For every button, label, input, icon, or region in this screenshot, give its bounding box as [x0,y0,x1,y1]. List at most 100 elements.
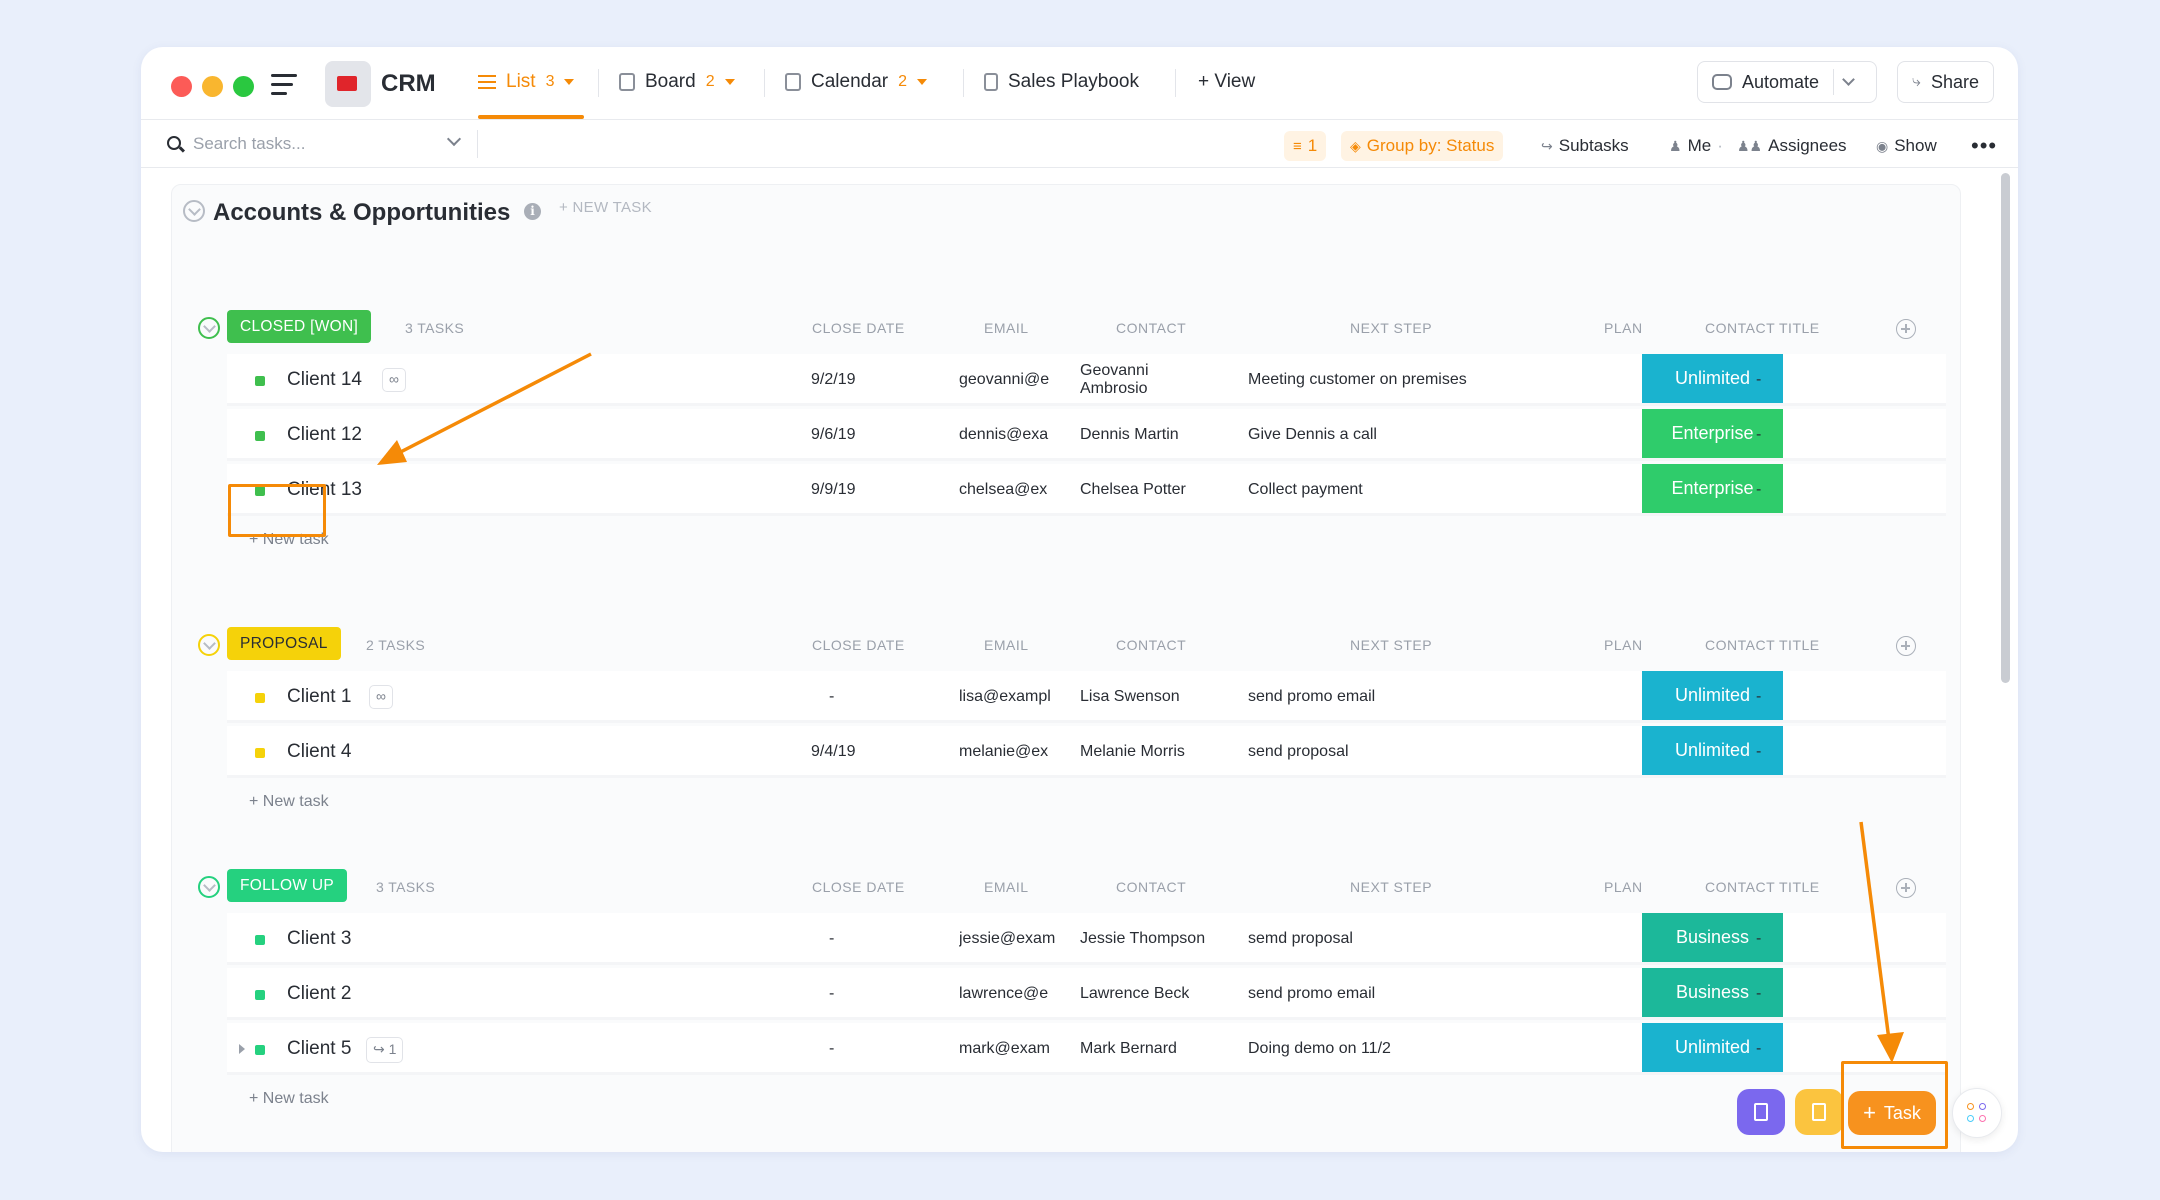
next-step[interactable]: send promo email [1248,985,1375,1003]
status-square[interactable] [255,376,265,386]
table-row[interactable]: Client 1 - lisa@exampl Lisa Swenson send pro… [227,671,1946,723]
column-header[interactable]: NEXT STEP [1350,637,1432,653]
contact-title[interactable]: - [1756,688,1761,706]
add-column-icon[interactable] [1896,878,1916,898]
tab-board[interactable]: Board 2 [619,71,735,93]
tab-calendar[interactable]: Calendar 2 [785,71,928,93]
share-button[interactable]: ⤷ Share [1897,61,1994,103]
column-header[interactable]: NEXT STEP [1350,879,1432,895]
add-column-icon[interactable] [1896,319,1916,339]
expand-subtasks-icon[interactable] [239,1044,245,1054]
column-header[interactable]: CLOSE DATE [812,320,905,336]
notepad-button[interactable] [1737,1089,1785,1135]
table-row[interactable]: Client 3 - jessie@exam Jessie Thompson semd … [227,913,1946,965]
add-column-icon[interactable] [1896,636,1916,656]
column-header[interactable]: PLAN [1604,637,1643,653]
docs-button[interactable] [1795,1089,1843,1135]
contact[interactable]: Chelsea Potter [1080,481,1186,499]
subtask-badge[interactable]: ↪ 1 [366,1037,404,1063]
plan-badge[interactable]: Unlimited [1642,354,1783,403]
contact-title[interactable]: - [1756,481,1761,499]
task-name[interactable]: Client 14 [287,369,362,391]
contact-title[interactable]: - [1756,1040,1761,1058]
add-task-button[interactable]: + Task [1848,1091,1936,1135]
minimize-window-button[interactable] [202,76,223,97]
column-header[interactable]: CONTACT TITLE [1705,637,1820,653]
status-pill[interactable]: CLOSED [WON] [227,310,372,343]
apps-button[interactable] [1952,1088,2002,1138]
plan-badge[interactable]: Business [1642,968,1783,1017]
search-input[interactable] [193,128,453,160]
collapse-group-icon[interactable] [198,876,220,898]
status-square[interactable] [255,1045,265,1055]
status-pill[interactable]: FOLLOW UP [227,869,347,902]
plan-badge[interactable]: Enterprise [1642,409,1783,458]
close-date[interactable]: 9/9/19 [811,481,855,499]
chevron-down-icon[interactable] [1842,73,1855,86]
contact-title[interactable]: - [1756,743,1761,761]
table-row[interactable]: Client 12 9/6/19 dennis@exa Dennis Martin Gi… [227,409,1946,461]
plan-badge[interactable]: Enterprise [1642,464,1783,513]
close-date[interactable]: - [829,1040,834,1058]
column-header[interactable]: CLOSE DATE [812,879,905,895]
plan-badge[interactable]: Unlimited [1642,671,1783,720]
column-header[interactable]: EMAIL [984,637,1029,653]
next-step[interactable]: Give Dennis a call [1248,426,1377,444]
more-options-icon[interactable]: ••• [1971,131,1997,161]
table-row[interactable]: Client 2 - lawrence@e Lawrence Beck send pro… [227,968,1946,1020]
task-name[interactable]: Client 4 [287,741,351,763]
status-pill[interactable]: PROPOSAL [227,627,341,660]
close-date[interactable]: - [829,930,834,948]
table-row[interactable]: Client 5 - mark@exam Mark Bernard Doing demo… [227,1023,1946,1075]
tab-sales-playbook[interactable]: Sales Playbook [984,71,1139,93]
info-icon[interactable]: i [524,203,541,220]
subtasks-button[interactable]: ↪ Subtasks [1541,131,1629,161]
table-row[interactable]: Client 13 9/9/19 chelsea@ex Chelsea Potter C… [227,464,1946,516]
close-date[interactable]: 9/2/19 [811,371,855,389]
next-step[interactable]: Doing demo on 11/2 [1248,1040,1391,1058]
contact-title[interactable]: - [1756,371,1761,389]
column-header[interactable]: EMAIL [984,879,1029,895]
new-task-link[interactable]: + NEW TASK [559,199,652,216]
email[interactable]: dennis@exa [959,426,1059,444]
new-task-button[interactable]: + New task [249,793,329,811]
assignees-button[interactable]: ♟♟ Assignees [1737,131,1847,161]
column-header[interactable]: CONTACT [1116,637,1186,653]
column-header[interactable]: NEXT STEP [1350,320,1432,336]
column-header[interactable]: PLAN [1604,879,1643,895]
link-icon[interactable]: ∞ [369,685,393,709]
automate-button[interactable]: Automate [1697,61,1877,103]
task-name[interactable]: Client 2 [287,983,351,1005]
table-row[interactable]: Client 4 9/4/19 melanie@ex Melanie Morris se… [227,726,1946,778]
contact[interactable]: Mark Bernard [1080,1040,1177,1058]
column-header[interactable]: CONTACT [1116,879,1186,895]
collapse-group-icon[interactable] [198,634,220,656]
new-task-button[interactable]: + New task [249,1090,329,1108]
plan-badge[interactable]: Unlimited [1642,1023,1783,1072]
status-square[interactable] [255,990,265,1000]
task-name[interactable]: Client 1 [287,686,351,708]
email[interactable]: lisa@exampl [959,688,1059,706]
maximize-window-button[interactable] [233,76,254,97]
contact-title[interactable]: - [1756,985,1761,1003]
next-step[interactable]: semd proposal [1248,930,1353,948]
contact[interactable]: Lisa Swenson [1080,688,1180,706]
table-row[interactable]: Client 14 9/2/19 geovanni@e Geovanni Ambros… [227,354,1946,406]
scrollbar[interactable] [2001,173,2010,683]
plan-badge[interactable]: Business [1642,913,1783,962]
tab-list[interactable]: List 3 [478,71,575,93]
email[interactable]: chelsea@ex [959,481,1059,499]
add-view-button[interactable]: + View [1198,71,1255,93]
column-header[interactable]: CONTACT TITLE [1705,879,1820,895]
contact-title[interactable]: - [1756,930,1761,948]
menu-icon[interactable] [271,74,297,96]
email[interactable]: melanie@ex [959,743,1059,761]
email[interactable]: lawrence@e [959,985,1059,1003]
column-header[interactable]: PLAN [1604,320,1643,336]
filter-button[interactable]: ≡ 1 [1284,131,1327,161]
contact[interactable]: Melanie Morris [1080,743,1185,761]
close-window-button[interactable] [171,76,192,97]
email[interactable]: mark@exam [959,1040,1059,1058]
link-icon[interactable]: ∞ [382,368,406,392]
collapse-list-icon[interactable] [183,200,205,222]
